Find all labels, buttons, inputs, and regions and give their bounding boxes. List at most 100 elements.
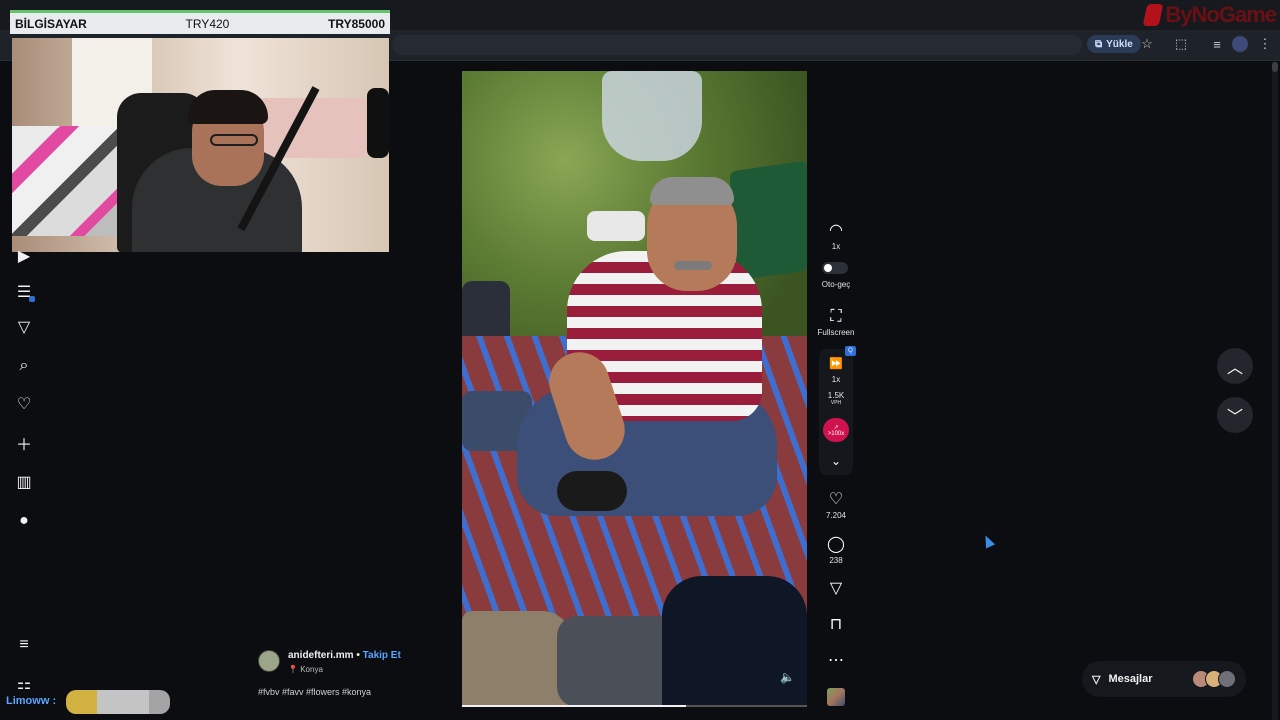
trend-badge: ↗ >100x bbox=[823, 418, 849, 442]
webcam-feed bbox=[12, 38, 389, 252]
author-separator: • bbox=[356, 650, 360, 661]
bookmark-icon: ⊓ bbox=[829, 616, 843, 633]
search-icon[interactable]: ⌕ bbox=[14, 356, 34, 376]
analytics-icon[interactable]: ▥ bbox=[14, 472, 34, 492]
donation-mid-label: TRY420 bbox=[185, 16, 230, 31]
page-scrollbar[interactable] bbox=[1272, 62, 1278, 720]
avatar bbox=[1218, 670, 1236, 688]
video-progress-track[interactable] bbox=[462, 705, 807, 707]
comment-count: 238 bbox=[829, 556, 843, 565]
plus-icon[interactable]: ＋ bbox=[14, 433, 34, 454]
video-basket bbox=[462, 611, 572, 707]
webcam-sofa bbox=[252, 98, 372, 158]
video-paper bbox=[587, 211, 645, 241]
webcam-mic bbox=[367, 88, 389, 158]
video-progress-fill bbox=[462, 705, 687, 707]
donation-left-label: BİLGİSAYAR bbox=[15, 16, 87, 31]
vph-label: VPH bbox=[830, 400, 842, 406]
comment-icon: ◯ bbox=[827, 536, 845, 553]
avatar-icon[interactable]: ● bbox=[14, 511, 34, 531]
location-line: 📍 Konya bbox=[288, 665, 323, 674]
video-cloth bbox=[557, 616, 677, 707]
post-hashtags[interactable]: #fvbv #favv #flowers #konya bbox=[258, 687, 371, 697]
menu-dots-icon[interactable]: ⋮ bbox=[1257, 36, 1273, 52]
like-button[interactable]: ♡ 7.204 bbox=[816, 491, 856, 520]
autoplay-label-wrap: Oto-geç bbox=[816, 278, 856, 289]
profile-icon[interactable] bbox=[1232, 36, 1248, 52]
scrollbar-thumb[interactable] bbox=[1272, 62, 1278, 72]
autoplay-toggle[interactable] bbox=[822, 262, 848, 274]
video-man-mustache bbox=[674, 261, 712, 270]
follow-button[interactable]: Takip Et bbox=[363, 650, 401, 661]
autoplay-label: Oto-geç bbox=[821, 280, 851, 289]
upload-button[interactable]: ⧉ Yükle bbox=[1087, 35, 1141, 53]
vph-stat: 1.5K VPH bbox=[816, 389, 856, 406]
upload-icon: ⧉ bbox=[1095, 38, 1103, 50]
playlist-icon[interactable]: ≡ bbox=[1209, 36, 1225, 52]
comment-button[interactable]: ◯ 238 bbox=[816, 536, 856, 565]
playback-speed-button[interactable]: ◠ 1x bbox=[816, 222, 856, 251]
video-man-foot bbox=[557, 471, 627, 511]
like-count: 7.204 bbox=[825, 511, 847, 520]
donation-bar: BİLGİSAYAR TRY420 TRY85000 bbox=[10, 10, 390, 34]
more-button[interactable]: ⋯ bbox=[816, 652, 856, 670]
share-button[interactable]: ▽ bbox=[816, 580, 856, 598]
trend-icon: ↗ bbox=[833, 424, 839, 431]
send-icon: ▽ bbox=[1092, 673, 1101, 686]
author-name[interactable]: anidefteri.mm bbox=[288, 650, 354, 661]
fast-forward-icon: ⏩ bbox=[829, 358, 843, 370]
video-jacket bbox=[662, 576, 807, 707]
trend-label: >100x bbox=[827, 430, 845, 437]
upload-label: Yükle bbox=[1106, 38, 1133, 50]
next-video-button[interactable]: ﹀ bbox=[1217, 397, 1253, 433]
skip-speed-label: 1x bbox=[831, 375, 841, 384]
menu-icon[interactable]: ≡ bbox=[14, 635, 34, 655]
location-label[interactable]: Konya bbox=[300, 665, 323, 674]
toggle-knob bbox=[824, 264, 832, 272]
messages-label: Mesajlar bbox=[1108, 673, 1153, 685]
video-camp-chair bbox=[730, 160, 807, 282]
video-icon[interactable]: ▶ bbox=[14, 246, 34, 266]
vph-value: 1.5K bbox=[827, 391, 845, 400]
video-man-hair bbox=[650, 177, 734, 205]
brand-logo-icon bbox=[1143, 4, 1164, 26]
webcam-person-glasses bbox=[210, 134, 258, 146]
speed-label: 1x bbox=[831, 242, 841, 251]
video-player[interactable] bbox=[462, 71, 807, 707]
author-line: anidefteri.mm • Takip Et bbox=[288, 650, 401, 661]
webcam-person-hair bbox=[188, 90, 268, 124]
skip-speed-button[interactable]: ⏩ 1x bbox=[816, 355, 856, 384]
location-pin-icon: 📍 bbox=[288, 665, 298, 674]
heart-icon: ♡ bbox=[828, 491, 844, 508]
chevron-up-icon: ︿ bbox=[1226, 360, 1243, 377]
messages-button[interactable]: ▽ Mesajlar bbox=[1082, 661, 1246, 697]
more-dots-icon: ⋯ bbox=[828, 652, 844, 669]
volume-icon[interactable]: 🔈 bbox=[780, 670, 795, 684]
audio-thumbnail[interactable] bbox=[827, 688, 845, 706]
brand-text: ByNoGame bbox=[1165, 2, 1277, 27]
messages-avatars bbox=[1192, 670, 1236, 688]
share-icon: ▽ bbox=[829, 580, 843, 597]
donation-right-label: TRY85000 bbox=[328, 16, 385, 31]
fullscreen-label: Fullscreen bbox=[817, 328, 855, 337]
chat-username: Limoww : bbox=[6, 695, 57, 707]
mouse-cursor-icon bbox=[980, 533, 996, 549]
speed-gauge-icon: ◠ bbox=[829, 222, 843, 239]
send-icon[interactable]: ▽ bbox=[14, 317, 34, 337]
fullscreen-icon: ⛶ bbox=[830, 308, 842, 325]
video-hanging-cloth bbox=[602, 71, 702, 161]
playlist-badge bbox=[29, 296, 35, 302]
collapse-panel-button[interactable]: ⌄ bbox=[816, 452, 856, 470]
save-button[interactable]: ⊓ bbox=[816, 616, 856, 634]
author-avatar[interactable] bbox=[258, 650, 280, 672]
address-bar[interactable] bbox=[392, 35, 1082, 55]
apps-icon[interactable]: ⚏ bbox=[14, 674, 34, 694]
previous-video-button[interactable]: ︿ bbox=[1217, 348, 1253, 384]
star-icon[interactable]: ☆ bbox=[1139, 36, 1155, 52]
chat-emote bbox=[66, 690, 170, 714]
heart-icon[interactable]: ♡ bbox=[14, 394, 34, 414]
chevron-down-icon: ﹀ bbox=[1226, 409, 1243, 426]
fullscreen-button[interactable]: ⛶ Fullscreen bbox=[816, 308, 856, 337]
brand-watermark: ByNoGame bbox=[1143, 2, 1277, 28]
extensions-icon[interactable]: ⬚ bbox=[1173, 36, 1189, 52]
